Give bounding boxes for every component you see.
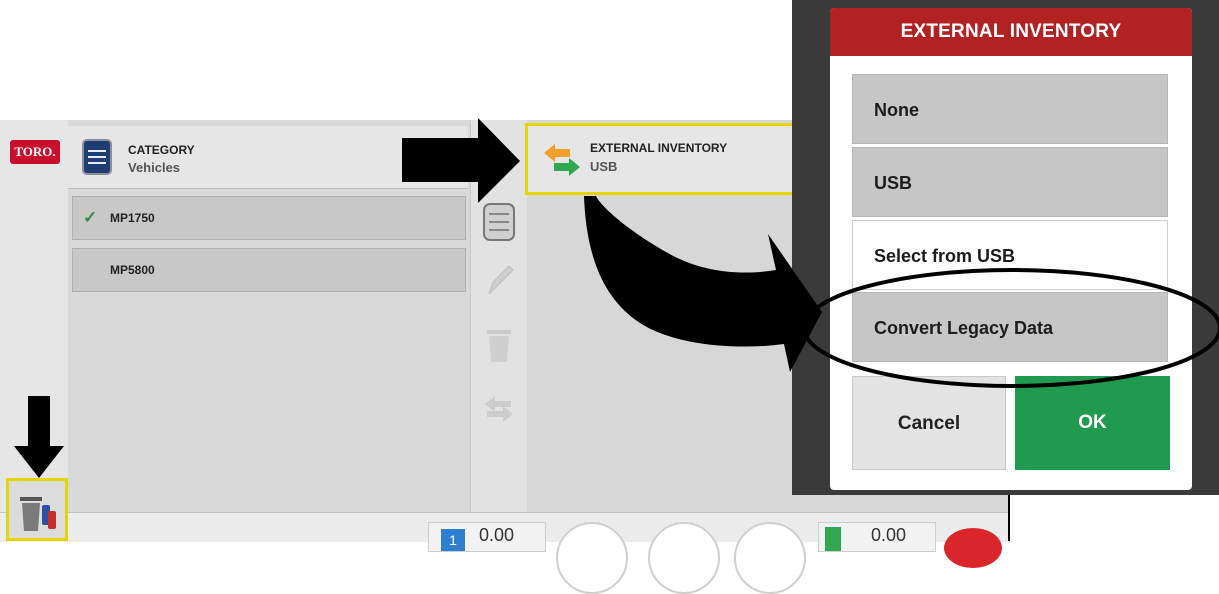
arrow-down-icon bbox=[14, 396, 64, 478]
curved-arrow-icon bbox=[584, 196, 822, 372]
highlight-ellipse bbox=[802, 268, 1219, 388]
arrow-right-icon bbox=[402, 118, 520, 203]
annotation-overlay bbox=[14, 118, 1219, 478]
